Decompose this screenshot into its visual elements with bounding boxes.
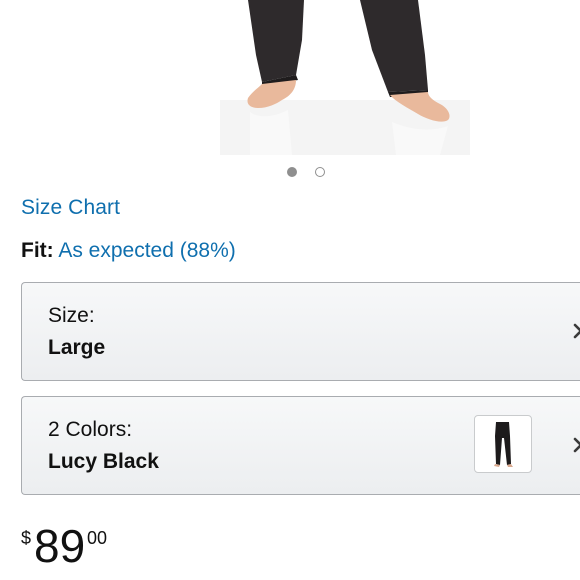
size-selector-value: Large [48,336,106,359]
size-selector-label: Size: [48,304,95,327]
left-foot-reflection [250,110,292,155]
left-pant-leg [248,0,304,82]
product-photo [220,0,470,155]
chevron-right-icon [573,437,580,453]
price-currency: $ [21,528,32,548]
product-page: Size Chart Fit: As expected (88%) Size: … [0,0,580,580]
chevron-right-icon [573,323,580,339]
color-selector-label: 2 Colors: [48,418,133,441]
carousel-dot[interactable] [315,167,325,177]
size-chart-link[interactable]: Size Chart [21,196,120,220]
carousel-indicator [0,167,580,181]
fit-value-link[interactable]: As expected (88%) [58,239,235,262]
fit-label: Fit: [21,239,54,262]
size-selector[interactable]: Size: Large [21,282,580,381]
color-selector-value: Lucy Black [48,450,159,473]
black-pants-thumbnail-icon [494,422,513,467]
carousel-dot-active[interactable] [287,167,297,177]
product-image[interactable] [0,0,580,155]
color-selector[interactable]: 2 Colors: Lucy Black [21,396,580,495]
price-fraction: 00 [87,528,108,548]
color-swatch-thumbnail[interactable] [474,415,532,473]
fit-info: Fit: As expected (88%) [21,239,236,263]
price-whole: 89 [34,520,86,572]
right-pant-leg [360,0,428,92]
